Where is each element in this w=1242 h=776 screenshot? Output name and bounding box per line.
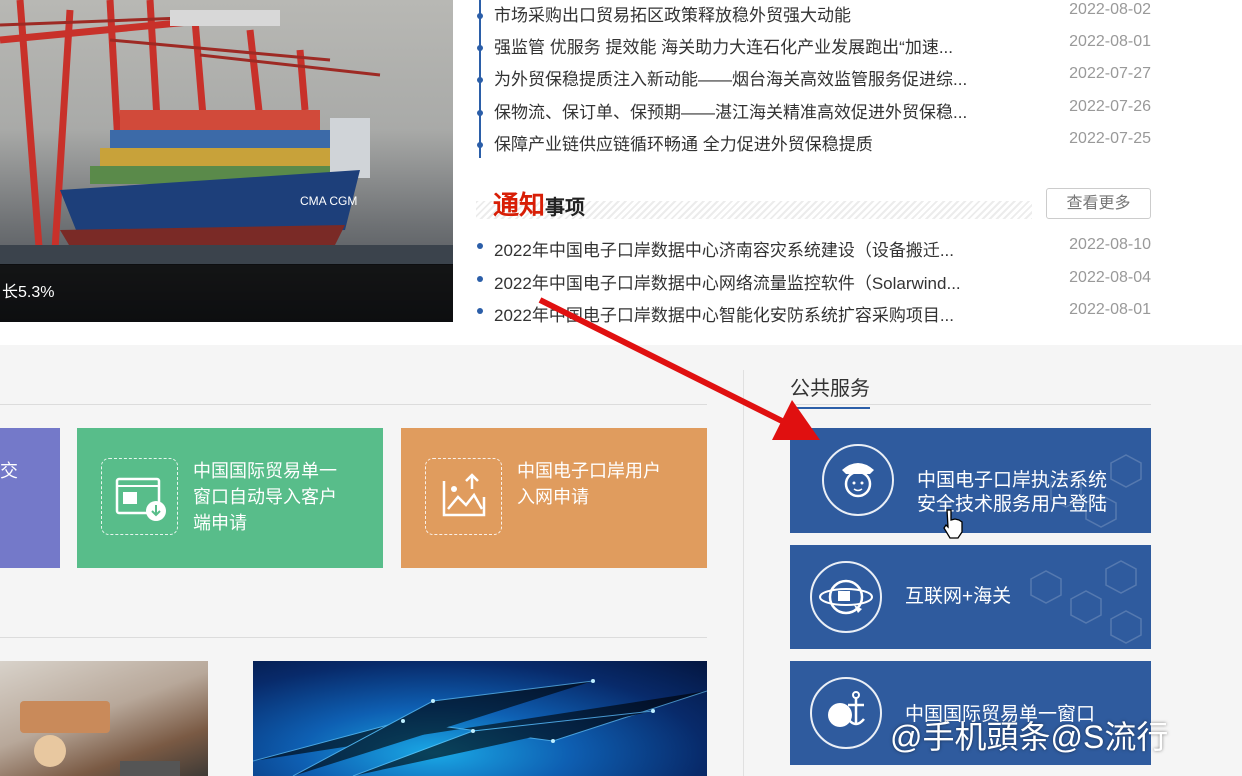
news-date: 2022-07-26 — [1069, 98, 1151, 115]
bullet-dot — [477, 142, 483, 148]
svg-text:CMA CGM: CMA CGM — [300, 194, 357, 208]
notice-item[interactable]: 2022年中国电子口岸数据中心济南容灾系统建设（设备搬迁... 2022-08-… — [494, 236, 1154, 264]
notice-item[interactable]: 2022年中国电子口岸数据中心智能化安防系统扩容采购项目... 2022-08-… — [494, 301, 1154, 329]
view-more-button[interactable]: 查看更多 — [1046, 188, 1151, 219]
bullet-dot — [477, 77, 483, 83]
tile-label: 中国国际贸易单一窗口自动导入客户端申请 — [193, 461, 337, 533]
notice-title: 通知事项 — [493, 185, 585, 222]
seal-stamp-image[interactable] — [0, 661, 208, 776]
bullet-dot — [477, 243, 483, 249]
news-date: 2022-07-27 — [1069, 65, 1151, 82]
customs-officer-icon — [822, 444, 894, 516]
notice-item-title[interactable]: 2022年中国电子口岸数据中心网络流量监控软件（Solarwind... — [494, 269, 994, 294]
bullet-dot — [477, 110, 483, 116]
notice-item-date: 2022-08-01 — [1069, 301, 1151, 318]
service-tile-single-window-client[interactable]: 中国国际贸易单一窗口自动导入客户端申请 — [77, 428, 383, 568]
image-upload-icon — [425, 458, 502, 535]
bullet-dot — [477, 276, 483, 282]
bullet-dot — [477, 13, 483, 19]
notice-title-red: 通知 — [493, 191, 546, 221]
notice-item-title[interactable]: 2022年中国电子口岸数据中心济南容灾系统建设（设备搬迁... — [494, 236, 994, 261]
news-item[interactable]: 市场采购出口贸易拓区政策释放稳外贸强大动能 2022-08-02 — [494, 1, 1154, 29]
news-title[interactable]: 保物流、保订单、保预期——湛江海关精准高效促进外贸保稳... — [494, 98, 994, 123]
news-date: 2022-08-02 — [1069, 1, 1151, 18]
notice-item-date: 2022-08-10 — [1069, 236, 1151, 253]
notice-item-date: 2022-08-04 — [1069, 269, 1151, 286]
notice-item[interactable]: 2022年中国电子口岸数据中心网络流量监控软件（Solarwind... 202… — [494, 269, 1154, 297]
watermark: @手机頭条@S流行 — [890, 719, 1169, 755]
section-divider — [0, 637, 707, 638]
bullet-dot — [477, 308, 483, 314]
notice-item-title[interactable]: 2022年中国电子口岸数据中心智能化安防系统扩容采购项目... — [494, 301, 994, 326]
service-customs-law-enforcement-login[interactable]: 中国电子口岸执法系统 安全技术服务用户登陆 — [790, 428, 1151, 533]
news-hero-image[interactable]: CMA CGM 长5.3% — [0, 0, 453, 322]
news-date: 2022-07-25 — [1069, 130, 1151, 147]
globe-network-icon — [810, 561, 882, 633]
service-tile-user-network-access[interactable]: 中国电子口岸用户入网申请 — [401, 428, 707, 568]
news-title[interactable]: 强监管 优服务 提效能 海关助力大连石化产业发展跑出“加速... — [494, 33, 994, 58]
tech-network-image[interactable] — [253, 661, 707, 776]
news-item[interactable]: 保障产业链供应链循环畅通 全力促进外贸保稳提质 2022-07-25 — [494, 130, 1154, 158]
hexagon-pattern — [1030, 560, 1142, 644]
service-internet-plus-customs[interactable]: 互联网+海关 — [790, 545, 1151, 649]
news-title[interactable]: 为外贸保稳提质注入新动能——烟台海关高效监管服务促进综... — [494, 65, 994, 90]
bullet-dot — [477, 45, 483, 51]
news-item[interactable]: 保物流、保订单、保预期——湛江海关精准高效促进外贸保稳... 2022-07-2… — [494, 98, 1154, 126]
column-divider — [743, 370, 744, 776]
download-window-icon — [101, 458, 178, 535]
service-label: 互联网+海关 — [905, 586, 1012, 607]
notice-title-black: 事项 — [545, 195, 586, 219]
tile-label: 中国电子口岸用户入网申请 — [517, 461, 661, 507]
tile-label: 交 — [0, 461, 18, 481]
section-divider — [790, 404, 1151, 405]
hero-caption[interactable]: 长5.3% — [0, 264, 453, 322]
news-title[interactable]: 市场采购出口贸易拓区政策释放稳外贸强大动能 — [494, 1, 994, 26]
news-date: 2022-08-01 — [1069, 33, 1151, 50]
notice-section-header: 通知事项 查看更多 — [476, 183, 1152, 223]
news-item[interactable]: 强监管 优服务 提效能 海关助力大连石化产业发展跑出“加速... 2022-08… — [494, 33, 1154, 61]
globe-anchor-icon — [810, 677, 882, 749]
news-title[interactable]: 保障产业链供应链循环畅通 全力促进外贸保稳提质 — [494, 130, 994, 155]
hexagon-pattern — [1050, 454, 1142, 528]
section-divider — [0, 404, 707, 405]
page: CMA CGM 长5.3% 市场采购出口贸易拓区政策释放稳外贸强大动能 2022… — [0, 0, 1242, 776]
service-tile-partial[interactable]: 交 — [0, 428, 60, 568]
news-item[interactable]: 为外贸保稳提质注入新动能——烟台海关高效监管服务促进综... 2022-07-2… — [494, 65, 1154, 93]
